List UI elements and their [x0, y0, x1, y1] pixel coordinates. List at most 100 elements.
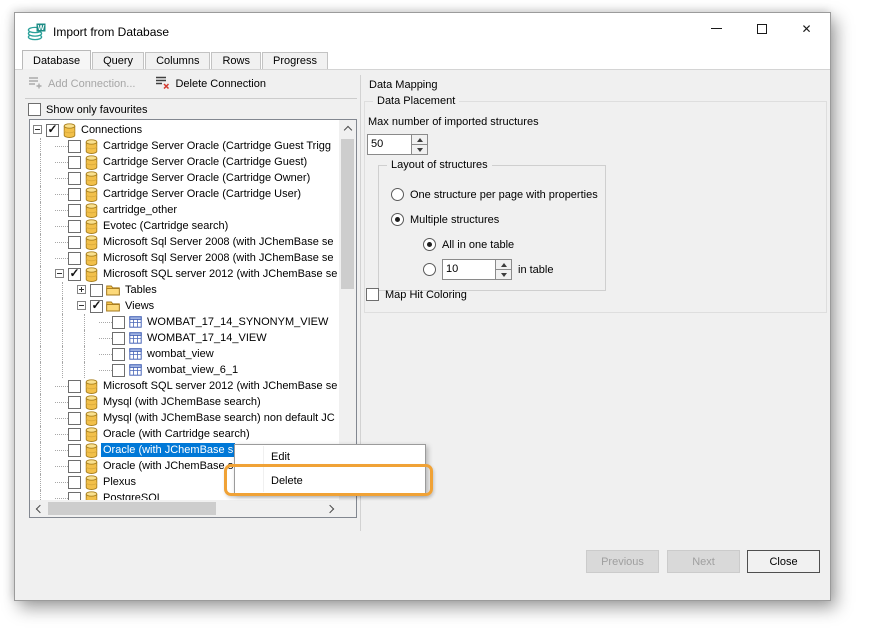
- vertical-scroll-thumb[interactable]: [341, 139, 354, 289]
- maximize-button[interactable]: [739, 14, 784, 43]
- tree-item-label[interactable]: Tables: [123, 283, 159, 297]
- tree-checkbox[interactable]: [112, 348, 125, 361]
- previous-button[interactable]: Previous: [586, 550, 659, 573]
- tree-row-microsoft-sql-server-2008-with-jchembase-se[interactable]: Microsoft Sql Server 2008 (with JChemBas…: [31, 234, 339, 250]
- tree-checkbox[interactable]: [46, 124, 59, 137]
- map-hit-coloring-checkbox[interactable]: [366, 288, 379, 301]
- tree-checkbox[interactable]: [68, 220, 81, 233]
- tree-item-label[interactable]: PostgreSQL: [101, 491, 165, 500]
- radio-button[interactable]: [391, 188, 404, 201]
- tree-checkbox[interactable]: [68, 204, 81, 217]
- tree-row-cartridge-server-oracle-cartridge-user[interactable]: Cartridge Server Oracle (Cartridge User): [31, 186, 339, 202]
- tree-item-label[interactable]: Microsoft Sql Server 2008 (with JChemBas…: [101, 251, 335, 265]
- tree-item-label[interactable]: Mysql (with JChemBase search) non defaul…: [101, 411, 337, 425]
- in-table-count-spinner[interactable]: 10: [442, 259, 512, 280]
- tree-checkbox[interactable]: [112, 364, 125, 377]
- tab-columns[interactable]: Columns: [145, 52, 210, 69]
- tree-checkbox[interactable]: [68, 156, 81, 169]
- tree-checkbox[interactable]: [68, 188, 81, 201]
- minimize-button[interactable]: [694, 14, 739, 43]
- radio-option-in-table[interactable]: 10in table: [423, 259, 553, 280]
- context-menu-item-delete[interactable]: Delete: [235, 469, 425, 493]
- tree-checkbox[interactable]: [68, 460, 81, 473]
- tree-row-cartridge-server-oracle-cartridge-owner[interactable]: Cartridge Server Oracle (Cartridge Owner…: [31, 170, 339, 186]
- tree-row-mysql-with-jchembase-search-non-default-jc[interactable]: Mysql (with JChemBase search) non defaul…: [31, 410, 339, 426]
- tree-row-wombat-view[interactable]: wombat_view: [31, 346, 339, 362]
- tree-row-views[interactable]: Views: [31, 298, 339, 314]
- spin-up-button[interactable]: [496, 260, 511, 269]
- tree-item-label[interactable]: Cartridge Server Oracle (Cartridge Guest…: [101, 139, 333, 153]
- tree-item-label[interactable]: Microsoft SQL server 2012 (with JChemBas…: [101, 379, 339, 393]
- tree-row-cartridge-server-oracle-cartridge-guest[interactable]: Cartridge Server Oracle (Cartridge Guest…: [31, 154, 339, 170]
- tree-item-label[interactable]: Oracle (with JChemBase s: [101, 443, 235, 457]
- radio-option-multiple-structures[interactable]: Multiple structures: [391, 213, 499, 226]
- max-structures-value[interactable]: 50: [368, 135, 411, 154]
- map-hit-coloring-row[interactable]: Map Hit Coloring: [366, 288, 467, 301]
- show-only-favourites-checkbox[interactable]: [28, 103, 41, 116]
- tree-checkbox[interactable]: [90, 300, 103, 313]
- in-table-count-value[interactable]: 10: [443, 260, 495, 279]
- scroll-up-button[interactable]: [339, 120, 356, 137]
- radio-button[interactable]: [423, 263, 436, 276]
- tree-checkbox[interactable]: [68, 444, 81, 457]
- tree-item-label[interactable]: wombat_view_6_1: [145, 363, 240, 377]
- vertical-scrollbar[interactable]: [339, 120, 356, 500]
- collapse-icon[interactable]: [55, 269, 64, 278]
- radio-button[interactable]: [391, 213, 404, 226]
- tree-checkbox[interactable]: [68, 428, 81, 441]
- tab-query[interactable]: Query: [92, 52, 144, 69]
- tree-row-cartridge-server-oracle-cartridge-guest-trigg[interactable]: Cartridge Server Oracle (Cartridge Guest…: [31, 138, 339, 154]
- tab-database[interactable]: Database: [22, 50, 91, 70]
- tab-rows[interactable]: Rows: [211, 52, 261, 69]
- show-only-favourites-row[interactable]: Show only favourites: [28, 103, 148, 116]
- tree-row-microsoft-sql-server-2012-with-jchembase-se[interactable]: Microsoft SQL server 2012 (with JChemBas…: [31, 266, 339, 282]
- tree-row-wombat-17-14-synonym-view[interactable]: WOMBAT_17_14_SYNONYM_VIEW: [31, 314, 339, 330]
- next-button[interactable]: Next: [667, 550, 740, 573]
- tree-checkbox[interactable]: [68, 476, 81, 489]
- tree-checkbox[interactable]: [68, 380, 81, 393]
- radio-button[interactable]: [423, 238, 436, 251]
- tree-checkbox[interactable]: [112, 316, 125, 329]
- spin-down-button[interactable]: [412, 144, 427, 154]
- tree-item-label[interactable]: Cartridge Server Oracle (Cartridge User): [101, 187, 303, 201]
- tree-checkbox[interactable]: [68, 172, 81, 185]
- tree-checkbox[interactable]: [68, 412, 81, 425]
- tree-checkbox[interactable]: [68, 492, 81, 501]
- tree-item-label[interactable]: Plexus: [101, 475, 138, 489]
- tree-item-label[interactable]: Microsoft SQL server 2012 (with JChemBas…: [101, 267, 339, 281]
- tree-item-label[interactable]: Cartridge Server Oracle (Cartridge Owner…: [101, 171, 312, 185]
- horizontal-scroll-thumb[interactable]: [48, 502, 216, 515]
- collapse-icon[interactable]: [33, 125, 42, 134]
- tree-item-label[interactable]: Oracle (with JChemBase s: [101, 459, 235, 473]
- tree-item-label[interactable]: cartridge_other: [101, 203, 179, 217]
- horizontal-scrollbar[interactable]: [30, 500, 339, 517]
- tree-item-label[interactable]: Cartridge Server Oracle (Cartridge Guest…: [101, 155, 309, 169]
- tree-row-connections[interactable]: Connections: [31, 122, 339, 138]
- tree-checkbox[interactable]: [68, 396, 81, 409]
- tree-checkbox[interactable]: [68, 236, 81, 249]
- tree-checkbox[interactable]: [112, 332, 125, 345]
- tree-row-oracle-with-cartridge-search[interactable]: Oracle (with Cartridge search): [31, 426, 339, 442]
- tree-item-label[interactable]: Oracle (with Cartridge search): [101, 427, 252, 441]
- tree-row-mysql-with-jchembase-search[interactable]: Mysql (with JChemBase search): [31, 394, 339, 410]
- tree-item-label[interactable]: wombat_view: [145, 347, 216, 361]
- tree-item-label[interactable]: WOMBAT_17_14_VIEW: [145, 331, 269, 345]
- tree-checkbox[interactable]: [68, 140, 81, 153]
- tree-checkbox[interactable]: [68, 268, 81, 281]
- tree-row-wombat-17-14-view[interactable]: WOMBAT_17_14_VIEW: [31, 330, 339, 346]
- tree-item-label[interactable]: WOMBAT_17_14_SYNONYM_VIEW: [145, 315, 330, 329]
- tab-progress[interactable]: Progress: [262, 52, 328, 69]
- scroll-left-button[interactable]: [30, 500, 47, 517]
- tree-item-label[interactable]: Connections: [79, 123, 144, 137]
- spin-down-button[interactable]: [496, 269, 511, 279]
- close-button[interactable]: ✕: [784, 14, 829, 43]
- tree-row-microsoft-sql-server-2008-with-jchembase-se[interactable]: Microsoft Sql Server 2008 (with JChemBas…: [31, 250, 339, 266]
- tree-row-wombat-view-6-1[interactable]: wombat_view_6_1: [31, 362, 339, 378]
- add-connection-button[interactable]: Add Connection...: [28, 75, 135, 92]
- tree-row-microsoft-sql-server-2012-with-jchembase-se[interactable]: Microsoft SQL server 2012 (with JChemBas…: [31, 378, 339, 394]
- close-button[interactable]: Close: [747, 550, 820, 573]
- delete-connection-button[interactable]: Delete Connection: [155, 75, 266, 92]
- tree-checkbox[interactable]: [90, 284, 103, 297]
- tree-item-label[interactable]: Views: [123, 299, 156, 313]
- spin-up-button[interactable]: [412, 135, 427, 144]
